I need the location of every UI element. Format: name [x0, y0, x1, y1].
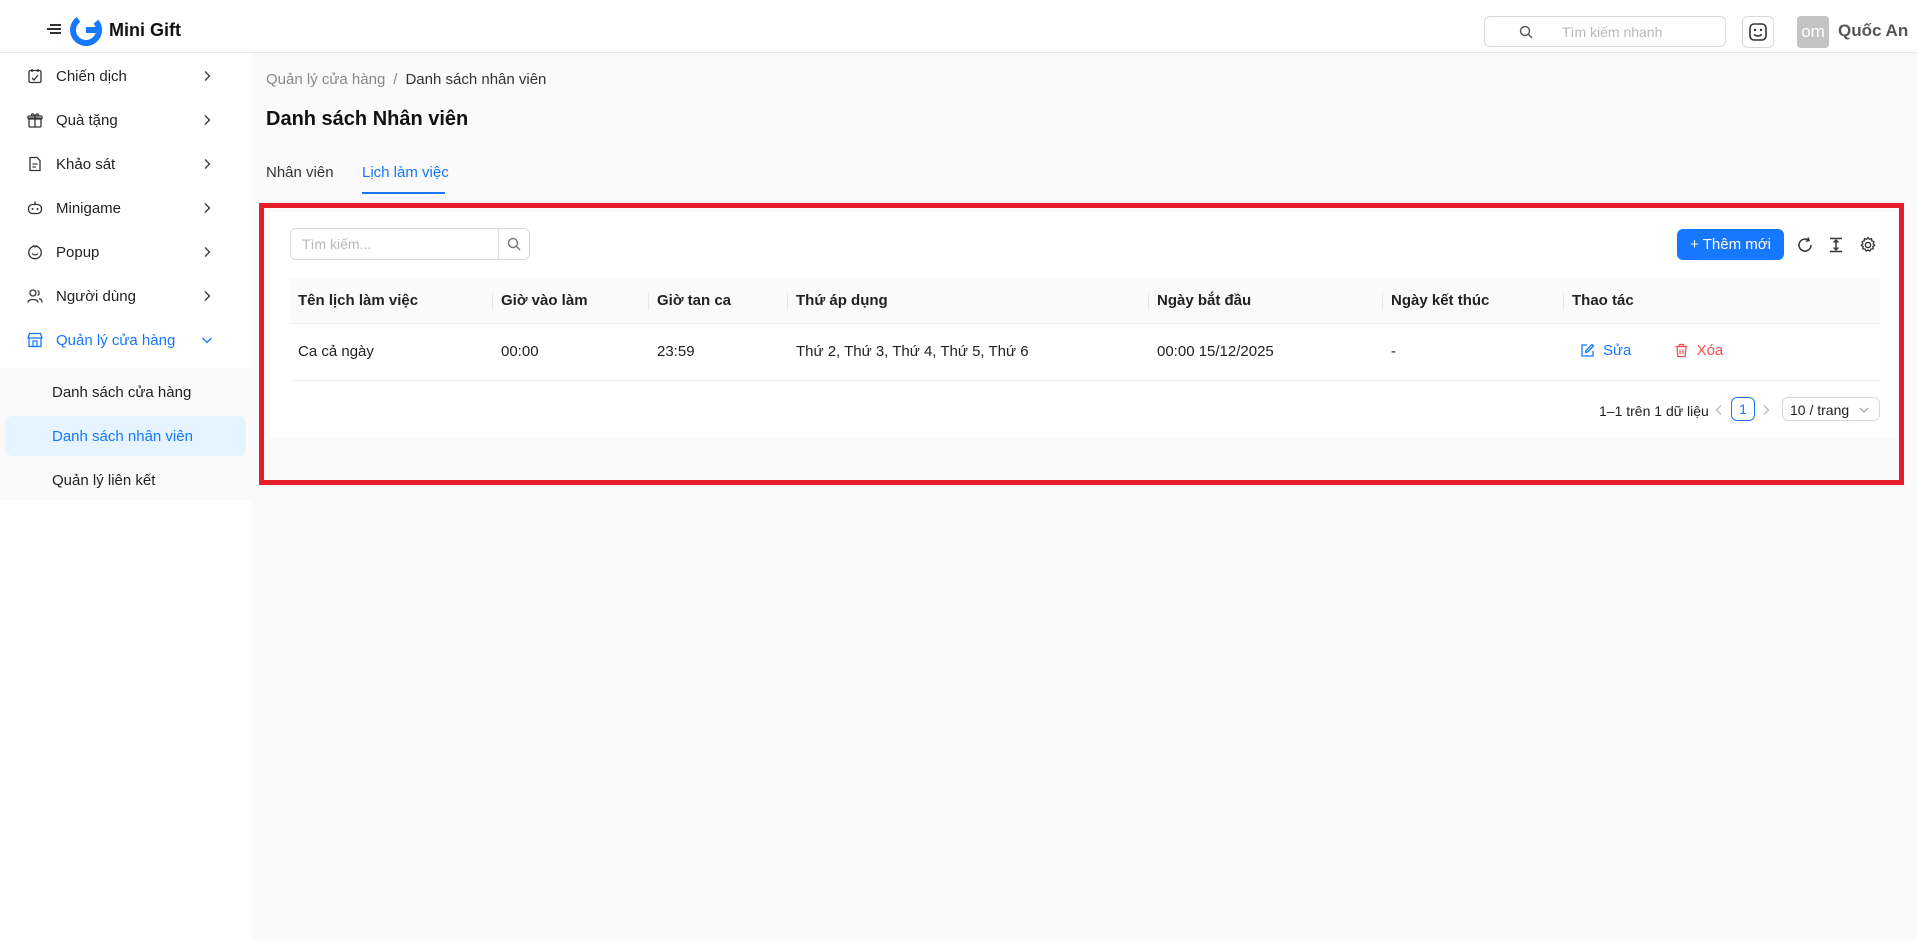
column-header-label: Ngày bắt đầu [1157, 291, 1252, 309]
delete-button[interactable]: Xóa [1674, 341, 1724, 359]
sidebar-item-campaign[interactable]: Chiến dịch [5, 56, 246, 96]
sidebar-item-label: Quà tặng [56, 112, 118, 129]
sidebar-item-label: Khảo sát [56, 156, 116, 173]
sidebar-item-store-management[interactable]: Quản lý cửa hàng [5, 320, 246, 360]
chevron-right-icon [204, 71, 211, 81]
sidebar-item-label: Quản lý cửa hàng [56, 332, 176, 349]
pagination-page-1[interactable]: 1 [1731, 397, 1755, 421]
column-header-label: Thứ áp dụng [796, 291, 888, 309]
sidebar-item-label: Chiến dịch [56, 68, 127, 85]
users-icon [27, 289, 43, 303]
breadcrumb: Quản lý cửa hàng / Danh sách nhân viên [266, 71, 546, 88]
cell-schedule-name: Ca cả ngày [290, 323, 493, 381]
sidebar-item-label: Người dùng [56, 288, 136, 305]
table-search-input[interactable] [290, 228, 499, 260]
column-height-icon[interactable] [1827, 236, 1845, 254]
cell-weekdays: Thứ 2, Thứ 3, Thứ 4, Thứ 5, Thứ 6 [788, 323, 1149, 381]
reload-icon[interactable] [1796, 236, 1814, 254]
top-header: Mini Gift om Quốc An [0, 0, 1917, 53]
user-name[interactable]: Quốc An [1838, 21, 1908, 41]
column-header-label: Thao tác [1572, 291, 1634, 309]
sidebar-subitem-employee-list[interactable]: Danh sách nhân viên [5, 416, 246, 456]
cell-actions: Sửa Xóa [1564, 323, 1880, 381]
table-header-row: Tên lịch làm việc Giờ vào làm Giờ tan ca… [290, 278, 1880, 324]
chevron-down-icon [1859, 407, 1869, 413]
breadcrumb-separator: / [393, 71, 398, 88]
tab-active-indicator [362, 192, 445, 194]
table-search [290, 228, 530, 260]
tab-employees[interactable]: Nhân viên [266, 164, 334, 181]
column-header-label: Giờ vào làm [501, 291, 588, 309]
chevron-right-icon [204, 115, 211, 125]
trash-icon [1675, 343, 1688, 357]
sidebar-item-users[interactable]: Người dùng [5, 276, 246, 316]
settings-gear-icon[interactable] [1859, 236, 1877, 254]
chevron-right-icon [204, 159, 211, 169]
column-header: Giờ vào làm [493, 278, 649, 324]
column-header: Tên lịch làm việc [290, 278, 493, 324]
sidebar-item-gifts[interactable]: Quà tặng [5, 100, 246, 140]
table-search-button[interactable] [498, 228, 530, 260]
tab-work-schedule[interactable]: Lịch làm việc [362, 164, 449, 181]
face-button[interactable] [1742, 16, 1774, 48]
column-header: Giờ tan ca [649, 278, 788, 324]
table-row: Ca cả ngày 00:00 23:59 Thứ 2, Thứ 3, Thứ… [290, 323, 1880, 381]
add-new-button[interactable]: + Thêm mới [1677, 229, 1784, 260]
chevron-right-icon[interactable] [1760, 404, 1772, 416]
cell-end-time: 23:59 [649, 323, 788, 381]
sidebar-item-minigame[interactable]: Minigame [5, 188, 246, 228]
chevron-right-icon [204, 203, 211, 213]
column-header-label: Giờ tan ca [657, 291, 732, 309]
campaign-icon [28, 69, 42, 84]
column-header-label: Tên lịch làm việc [298, 291, 419, 309]
avatar[interactable]: om [1797, 16, 1829, 48]
game-icon [27, 201, 43, 215]
column-header-label: Ngày kết thúc [1391, 291, 1490, 309]
chevron-down-icon [202, 337, 212, 344]
cell-end-date: - [1383, 323, 1564, 381]
app-name: Mini Gift [109, 20, 181, 40]
column-header: Thứ áp dụng [788, 278, 1149, 324]
search-icon [507, 237, 521, 251]
page-title: Danh sách Nhân viên [266, 108, 469, 130]
chevron-left-icon[interactable] [1713, 404, 1725, 416]
search-icon [1519, 25, 1533, 39]
pagination-total: 1–1 trên 1 dữ liệu [1599, 403, 1709, 419]
breadcrumb-current: Danh sách nhân viên [405, 71, 547, 88]
chevron-right-icon [204, 291, 211, 301]
cell-start-date: 00:00 15/12/2025 [1149, 323, 1383, 381]
gift-icon [27, 113, 43, 128]
edit-label: Sửa [1603, 341, 1632, 359]
delete-label: Xóa [1696, 341, 1724, 359]
sidebar-subitem-link-management[interactable]: Quản lý liên kết [5, 460, 246, 500]
sidebar-subitem-label: Danh sách cửa hàng [52, 384, 192, 401]
column-header: Ngày kết thúc [1383, 278, 1564, 324]
face-icon [1749, 23, 1767, 41]
breadcrumb-parent-link[interactable]: Quản lý cửa hàng [266, 71, 385, 88]
app-logo [70, 14, 102, 46]
page-size-select[interactable]: 10 / trang [1782, 397, 1880, 421]
chevron-right-icon [204, 247, 211, 257]
cell-start-time: 00:00 [493, 323, 649, 381]
work-schedule-table: Tên lịch làm việc Giờ vào làm Giờ tan ca… [290, 278, 1880, 381]
edit-button[interactable]: Sửa [1580, 342, 1631, 359]
store-icon [27, 332, 43, 348]
quick-search-input[interactable] [1562, 22, 1712, 42]
survey-icon [29, 156, 41, 172]
column-header: Thao tác [1564, 278, 1880, 324]
store-submenu: Danh sách cửa hàng Danh sách nhân viên Q… [0, 368, 251, 500]
column-header: Ngày bắt đầu [1149, 278, 1383, 324]
page-size-value: 10 / trang [1790, 402, 1850, 418]
menu-toggle-icon[interactable] [47, 24, 61, 36]
sidebar-item-popup[interactable]: Popup [5, 232, 246, 272]
sidebar-item-surveys[interactable]: Khảo sát [5, 144, 246, 184]
sidebar-subitem-store-list[interactable]: Danh sách cửa hàng [5, 372, 246, 412]
edit-icon [1581, 343, 1595, 357]
quick-search-field[interactable] [1484, 16, 1726, 47]
sidebar-item-label: Popup [56, 244, 100, 261]
sidebar-subitem-label: Quản lý liên kết [52, 472, 156, 489]
popup-icon [28, 245, 42, 260]
sidebar-item-label: Minigame [56, 200, 122, 217]
sidebar-subitem-label: Danh sách nhân viên [52, 428, 193, 445]
